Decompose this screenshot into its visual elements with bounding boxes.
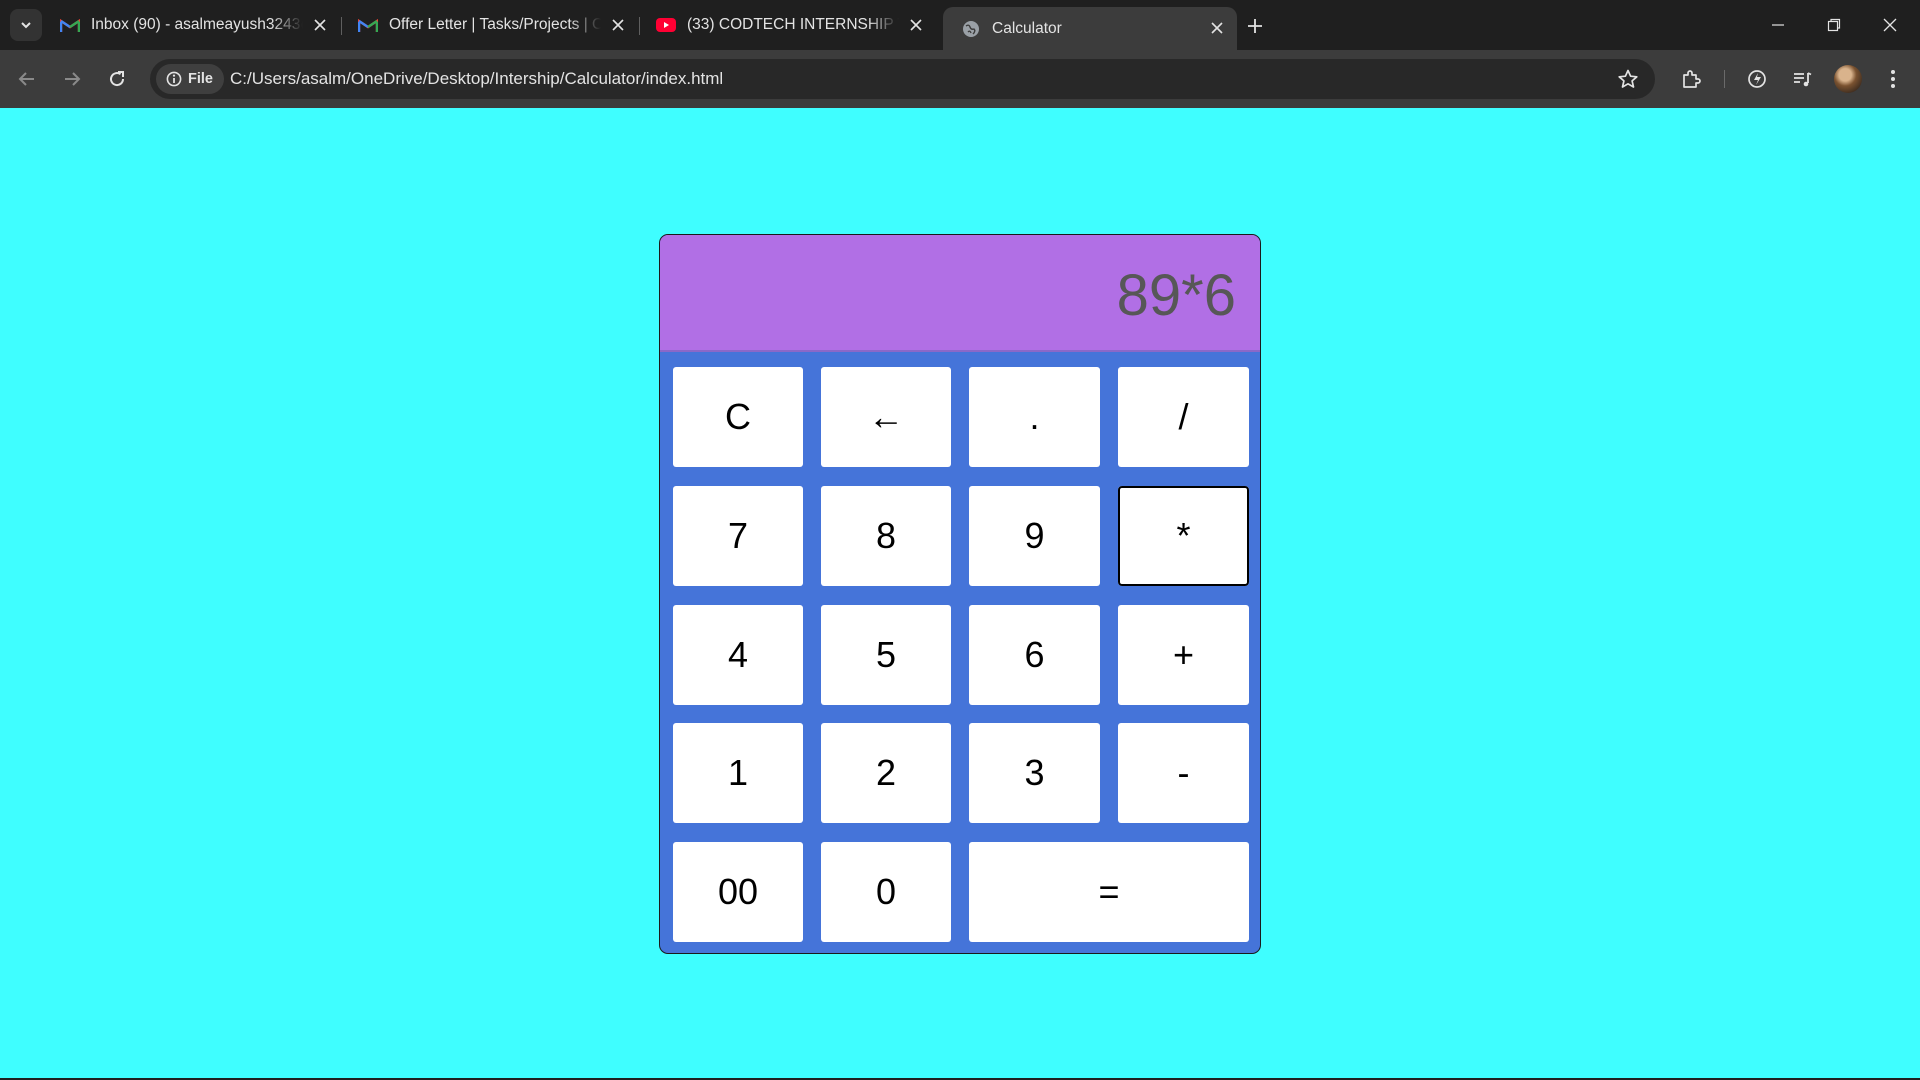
- gmail-icon: [60, 15, 80, 35]
- browser-toolbar: File C:/Users/asalm/OneDrive/Desktop/Int…: [0, 50, 1920, 108]
- address-bar[interactable]: File C:/Users/asalm/OneDrive/Desktop/Int…: [150, 59, 1655, 99]
- toolbar-separator: [1724, 70, 1725, 88]
- key-7[interactable]: 7: [673, 486, 803, 586]
- info-icon: [166, 71, 182, 87]
- close-window-button[interactable]: [1862, 0, 1918, 50]
- bookmark-star-icon[interactable]: [1617, 68, 1639, 95]
- minimize-icon: [1772, 24, 1784, 26]
- arrow-right-icon: [65, 72, 81, 86]
- close-tab-icon[interactable]: [908, 17, 924, 33]
- key-6[interactable]: 6: [969, 605, 1100, 705]
- key-double-zero[interactable]: 00: [673, 842, 803, 942]
- gmail-icon: [358, 15, 378, 35]
- key-decimal[interactable]: .: [969, 367, 1100, 467]
- key-multiply[interactable]: *: [1118, 486, 1249, 586]
- tab-title: (33) CODTECH INTERNSHIP TASKS - YouTube: [687, 16, 899, 33]
- calculator: 89*6 C ← . / 7 8 9 * 4 5 6 + 1 2 3 - 00 …: [659, 234, 1261, 954]
- key-1[interactable]: 1: [673, 723, 803, 823]
- display-value: 89*6: [1116, 263, 1236, 328]
- key-0[interactable]: 0: [821, 842, 951, 942]
- key-9[interactable]: 9: [969, 486, 1100, 586]
- tab-title: Calculator: [992, 19, 1062, 37]
- key-divide[interactable]: /: [1118, 367, 1249, 467]
- close-tab-icon[interactable]: [1209, 20, 1225, 36]
- key-clear[interactable]: C: [673, 367, 803, 467]
- more-menu-icon[interactable]: [1879, 65, 1907, 93]
- restore-icon: [1827, 18, 1841, 32]
- forward-button[interactable]: [55, 62, 89, 96]
- key-backspace[interactable]: ←: [821, 367, 951, 467]
- minimize-button[interactable]: [1750, 0, 1806, 50]
- close-icon: [1883, 18, 1897, 32]
- chevron-down-icon: [21, 22, 31, 29]
- extensions-icon[interactable]: [1677, 65, 1705, 93]
- new-tab-button[interactable]: [1241, 12, 1269, 40]
- page-viewport: 89*6 C ← . / 7 8 9 * 4 5 6 + 1 2 3 - 00 …: [0, 108, 1920, 1078]
- reload-icon: [110, 71, 125, 87]
- url-text[interactable]: C:/Users/asalm/OneDrive/Desktop/Intershi…: [230, 69, 723, 89]
- key-subtract[interactable]: -: [1118, 723, 1249, 823]
- restore-button[interactable]: [1806, 0, 1862, 50]
- tab-gmail-inbox[interactable]: Inbox (90) - asalmeayush3243@gmail.com -…: [42, 8, 340, 42]
- performance-icon[interactable]: [1743, 65, 1771, 93]
- close-tab-icon[interactable]: [312, 17, 328, 33]
- tab-title: Inbox (90) - asalmeayush3243@gmail.com -…: [91, 16, 303, 33]
- key-equals[interactable]: =: [969, 842, 1249, 942]
- youtube-icon: [656, 15, 676, 35]
- arrow-left-icon: [18, 72, 34, 86]
- globe-icon: [961, 19, 981, 39]
- tab-title: Offer Letter | Tasks/Projects | CodTech: [389, 16, 601, 33]
- key-5[interactable]: 5: [821, 605, 951, 705]
- profile-avatar[interactable]: [1834, 65, 1862, 93]
- site-info-chip[interactable]: File: [156, 64, 224, 94]
- reload-button[interactable]: [100, 62, 134, 96]
- key-add[interactable]: +: [1118, 605, 1249, 705]
- calculator-display: 89*6: [660, 235, 1260, 352]
- tab-calculator[interactable]: Calculator: [943, 7, 1237, 50]
- site-info-label: File: [188, 71, 213, 87]
- key-2[interactable]: 2: [821, 723, 951, 823]
- close-tab-icon[interactable]: [610, 17, 626, 33]
- tab-offer-letter[interactable]: Offer Letter | Tasks/Projects | CodTech: [340, 8, 638, 42]
- media-control-icon[interactable]: [1788, 65, 1816, 93]
- key-3[interactable]: 3: [969, 723, 1100, 823]
- tab-search-button[interactable]: [10, 9, 42, 41]
- tab-strip: Inbox (90) - asalmeayush3243@gmail.com -…: [0, 0, 1920, 50]
- key-4[interactable]: 4: [673, 605, 803, 705]
- tab-youtube[interactable]: (33) CODTECH INTERNSHIP TASKS - YouTube: [638, 8, 936, 42]
- key-8[interactable]: 8: [821, 486, 951, 586]
- back-button[interactable]: [10, 62, 44, 96]
- plus-icon: [1248, 19, 1262, 33]
